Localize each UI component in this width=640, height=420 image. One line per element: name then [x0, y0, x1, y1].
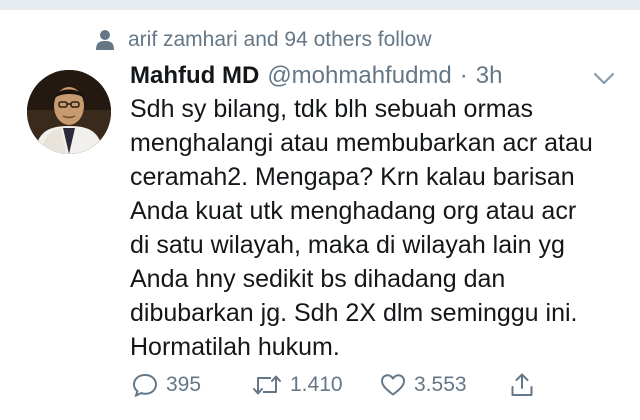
social-context[interactable]: arif zamhari and 94 others follow	[96, 28, 432, 52]
retweet-icon	[253, 375, 281, 395]
heart-icon	[381, 374, 405, 396]
tweet-text-line: Hormatilah hukum.	[130, 333, 340, 361]
separator-dot: ·	[459, 62, 468, 89]
reply-icon	[132, 373, 158, 397]
tweet-text-line: menghalangi atau membubarkan acr atau	[130, 129, 593, 157]
like-button[interactable]: 3.553	[380, 373, 510, 397]
tweet-text: Sdh sy bilang, tdk blh sebuah ormas meng…	[130, 92, 620, 364]
action-bar: 395 1.410 3.553	[132, 372, 534, 398]
like-count: 3.553	[414, 373, 467, 396]
chevron-down-icon[interactable]	[593, 72, 615, 86]
user-handle[interactable]: @mohmahfudmd	[267, 62, 451, 90]
tweet-text-line: dibubarkan jg. Sdh 2X dlm seminggu ini.	[130, 299, 578, 327]
reply-count: 395	[166, 373, 202, 396]
tweet-text-line: ceramah2. Mengapa? Krn kalau barisan	[130, 163, 575, 191]
person-icon	[96, 30, 114, 50]
tweet-text-line: Anda kuat utk menghadang org atau acr	[130, 197, 577, 225]
share-button[interactable]	[510, 372, 534, 398]
tweet-text-line: Anda hny sedikit bs dihadang dan	[130, 265, 506, 293]
top-divider	[0, 0, 640, 10]
retweet-button[interactable]: 1.410	[252, 373, 380, 397]
share-icon	[511, 373, 533, 396]
display-name[interactable]: Mahfud MD	[130, 62, 259, 90]
avatar-image	[27, 70, 111, 154]
tweet-text-line: Sdh sy bilang, tdk blh sebuah ormas	[130, 95, 534, 123]
avatar[interactable]	[27, 70, 111, 154]
tweet-text-line: di satu wilayah, maka di wilayah lain yg	[130, 231, 565, 259]
reply-button[interactable]: 395	[132, 373, 252, 397]
timestamp[interactable]: 3h	[476, 62, 503, 90]
retweet-count: 1.410	[290, 373, 343, 396]
tweet-header: Mahfud MD @mohmahfudmd · 3h	[130, 62, 502, 90]
social-context-text: arif zamhari and 94 others follow	[128, 28, 432, 51]
